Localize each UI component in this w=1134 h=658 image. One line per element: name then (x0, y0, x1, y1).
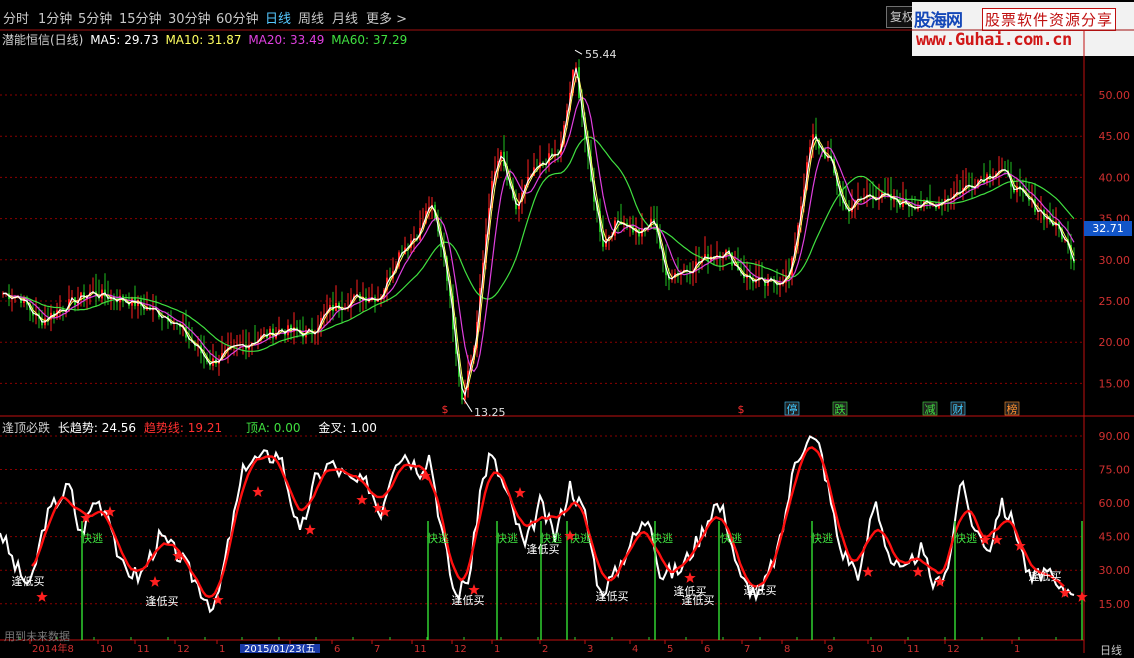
ma20-line (2, 96, 1075, 373)
indicator-tick-label: 60.00 (1099, 497, 1131, 510)
time-tick-label: 3 (587, 644, 593, 653)
event-marker: 停 (787, 402, 798, 416)
price-tick-label: 50.00 (1099, 89, 1131, 102)
cursor-date: 2015/01/23(五 (240, 644, 320, 653)
indicator-tick-label: 45.00 (1099, 531, 1131, 544)
time-tick-label: 2 (542, 644, 548, 653)
time-tick-label: 7 (374, 644, 380, 653)
high-marker-line (574, 49, 583, 55)
time-tick-label: 11 (137, 644, 150, 653)
current-price-tag: 32.71 (1084, 221, 1132, 236)
time-tick-label: 1 (494, 644, 500, 653)
escape-label: 快逃 (720, 532, 742, 545)
ma60-line (2, 136, 1075, 352)
time-tick-label: 9 (827, 644, 833, 653)
long-trend-line (0, 435, 1075, 614)
price-tick-label: 25.00 (1099, 295, 1131, 308)
indicator-tick-label: 30.00 (1099, 564, 1131, 577)
escape-label: 快逃 (81, 532, 103, 545)
event-marker: $ (442, 403, 449, 416)
buy-label: 逢低买 (596, 590, 629, 603)
event-marker: 财 (953, 402, 964, 416)
price-tick-label: 40.00 (1099, 171, 1131, 184)
time-tick-label: 1 (219, 644, 225, 653)
indicator-tick-label: 90.00 (1099, 430, 1131, 443)
future-data-note: 用到未来数据 (4, 630, 70, 643)
escape-label: 快逃 (496, 532, 518, 545)
time-tick-label: 5 (667, 644, 673, 653)
time-tick-label: 10 (100, 644, 113, 653)
buy-label: 逢低买 (146, 595, 179, 608)
price-tick-label: 15.00 (1099, 377, 1131, 390)
time-tick-label: 11 (414, 644, 427, 653)
event-marker: 榜 (1007, 402, 1018, 416)
low-price-label: 13.25 (474, 406, 506, 419)
signal-star (36, 591, 48, 602)
escape-label: 快逃 (651, 532, 673, 545)
time-tick-label: 12 (454, 644, 467, 653)
event-marker: 减 (925, 403, 936, 416)
buy-label: 逢低买 (682, 594, 715, 607)
signal-star (304, 524, 316, 535)
price-tick-label: 30.00 (1099, 254, 1131, 267)
event-marker: $ (738, 403, 745, 416)
escape-label: 快逃 (955, 532, 977, 545)
time-tick-label: 6 (334, 644, 340, 653)
signal-star (149, 576, 161, 587)
time-tick-label: 10 (870, 644, 883, 653)
time-tick-label: 11 (907, 644, 920, 653)
time-tick-label: 6 (704, 644, 710, 653)
signal-star (1059, 587, 1071, 598)
indicator-tick-label: 15.00 (1099, 598, 1131, 611)
time-tick-label: 12 (947, 644, 960, 653)
chart-canvas[interactable]: 50.0045.0040.0035.0030.0025.0020.0015.00… (0, 0, 1134, 653)
price-tick-label: 20.00 (1099, 336, 1131, 349)
signal-star (514, 487, 526, 498)
escape-label: 快逃 (811, 532, 833, 545)
buy-label: 逢低买 (1029, 570, 1062, 583)
signal-star (684, 572, 696, 583)
indicator-tick-label: 75.00 (1099, 464, 1131, 477)
price-tick-label: 45.00 (1099, 130, 1131, 143)
period-label: 日线 (1100, 644, 1122, 657)
time-tick-label: 4 (632, 644, 638, 653)
signal-star (912, 566, 924, 577)
low-marker-line (462, 397, 473, 413)
time-tick-label: 12 (177, 644, 190, 653)
event-marker: 跌 (835, 402, 846, 416)
escape-label: 快逃 (427, 532, 449, 545)
buy-label: 逢低买 (12, 575, 45, 588)
ma10-line (2, 75, 1075, 390)
buy-label: 逢低买 (744, 584, 777, 597)
signal-star (252, 486, 264, 497)
buy-label: 逢低买 (527, 543, 560, 556)
time-tick-label: 1 (1014, 644, 1020, 653)
ma5-line (2, 68, 1075, 397)
time-tick-label: 7 (744, 644, 750, 653)
time-tick-label: 8 (784, 644, 790, 653)
signal-star (862, 566, 874, 577)
candlesticks (2, 59, 1075, 405)
high-price-label: 55.44 (585, 48, 617, 61)
buy-label: 逢低买 (452, 594, 485, 607)
